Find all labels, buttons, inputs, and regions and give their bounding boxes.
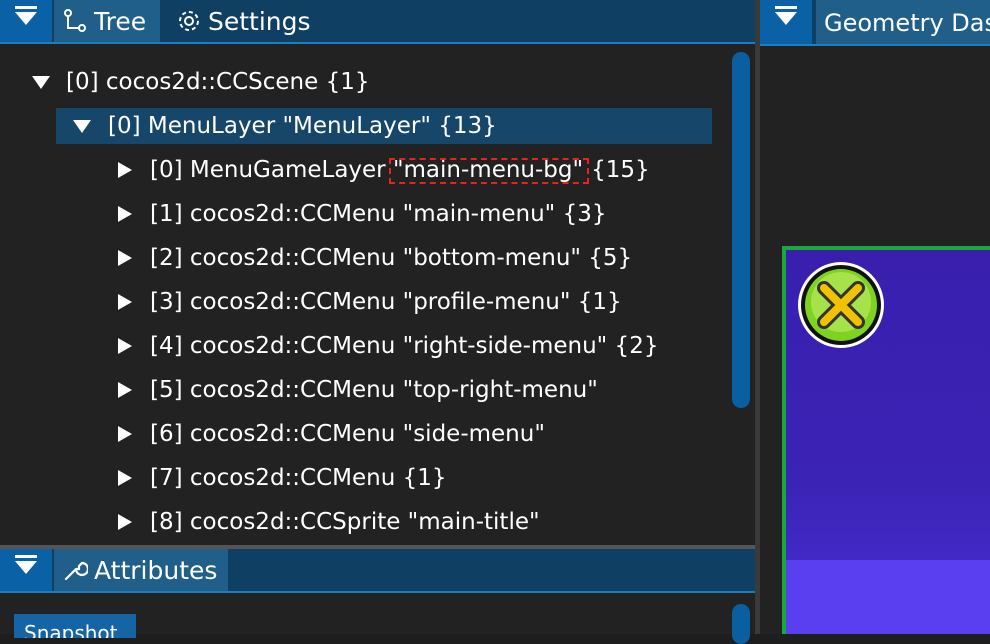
expand-arrow-icon[interactable] [32,76,50,89]
wrench-icon [62,557,90,583]
attributes-scrollbar[interactable] [732,604,750,644]
collapse-arrow-right-icon[interactable] [118,382,132,398]
tree-node-label: [7] cocos2d::CCMenu {1} [150,465,447,491]
tree-node-count: {15} [591,157,650,183]
collapse-arrow-right-icon[interactable] [118,470,132,486]
collapse-arrow-icon [15,555,37,574]
tree-node[interactable]: [8] cocos2d::CCSprite "main-title" [0,504,712,540]
tree-node-label: [2] cocos2d::CCMenu "bottom-menu" {5} [150,245,633,271]
collapse-attributes-button[interactable] [0,549,52,591]
collapse-arrow-right-icon[interactable] [118,206,132,222]
tab-geometry-dash-label: Geometry Dash [824,9,990,37]
tree-node[interactable]: [0] cocos2d::CCScene {1} [0,64,712,100]
tree-node-selected[interactable]: [0] MenuLayer "MenuLayer" {13} [56,108,712,144]
game-tabbar: Geometry Dash [760,0,990,46]
tab-settings[interactable]: Settings [172,0,322,42]
tree-node-label: [5] cocos2d::CCMenu "top-right-menu" [150,377,598,403]
expand-arrow-icon[interactable] [73,120,91,133]
tree-node[interactable]: [3] cocos2d::CCMenu "profile-menu" {1} [0,284,712,320]
tab-attributes[interactable]: Attributes [54,549,228,591]
tree-node[interactable]: [4] cocos2d::CCMenu "right-side-menu" {2… [0,328,712,364]
tree-node[interactable]: [6] cocos2d::CCMenu "side-menu" [0,416,712,452]
tree-node-label: [0] cocos2d::CCScene {1} [66,69,370,95]
tree-node-label: [0] MenuGameLayer [150,157,393,183]
tab-attributes-label: Attributes [94,555,218,585]
game-close-button[interactable] [798,262,884,348]
collapse-arrow-right-icon[interactable] [118,294,132,310]
collapse-arrow-right-icon[interactable] [118,338,132,354]
collapse-arrow-icon [15,6,37,25]
left-dock-panel: Tree Settings [0] cocos2d::CCScene {1} [… [0,0,755,644]
tree-node-label: [6] cocos2d::CCMenu "side-menu" [150,421,545,447]
tree-icon [62,8,88,34]
tree-node[interactable]: [1] cocos2d::CCMenu "main-menu" {3} [0,196,712,232]
tree-node[interactable]: [2] cocos2d::CCMenu "bottom-menu" {5} [0,240,712,276]
close-x-icon [801,265,881,345]
tree-node-label: [8] cocos2d::CCSprite "main-title" [150,509,540,535]
tree-node-label: [1] cocos2d::CCMenu "main-menu" {3} [150,201,607,227]
game-panel: Geometry Dash [760,0,990,634]
collapse-arrow-icon [775,6,797,25]
collapse-arrow-right-icon[interactable] [118,162,132,178]
snapshot-button[interactable]: Snapshot [14,614,136,638]
collapse-arrow-right-icon[interactable] [118,514,132,530]
tree-scrollbar[interactable] [732,52,750,408]
tab-settings-label: Settings [208,6,311,36]
snapshot-button-label: Snapshot [24,621,118,638]
game-floor [786,560,990,634]
tree-node-label: [3] cocos2d::CCMenu "profile-menu" {1} [150,289,622,315]
attributes-tabbar: Attributes [0,549,755,593]
tab-tree-label: Tree [94,6,147,36]
tree-node-label: [4] cocos2d::CCMenu "right-side-menu" {2… [150,333,659,359]
node-tree: [0] cocos2d::CCScene {1} [0] MenuLayer "… [0,46,755,546]
node-id-highlight: "main-menu-bg" [388,157,590,184]
game-viewport[interactable] [782,246,990,634]
tree-tabbar: Tree Settings [0,0,755,44]
tab-geometry-dash[interactable]: Geometry Dash [816,0,990,44]
collapse-game-panel-button[interactable] [760,0,812,44]
gear-icon [176,8,202,34]
collapse-arrow-right-icon[interactable] [118,250,132,266]
tree-node-label: [0] MenuLayer "MenuLayer" {13} [108,113,497,139]
collapse-arrow-right-icon[interactable] [118,426,132,442]
collapse-panel-button[interactable] [0,0,52,42]
tree-node[interactable]: [5] cocos2d::CCMenu "top-right-menu" [0,372,712,408]
tree-node[interactable]: [0] MenuGameLayer "main-menu-bg" {15} [0,152,712,188]
tree-node[interactable]: [7] cocos2d::CCMenu {1} [0,460,712,496]
highlight-box [388,158,590,184]
tab-tree[interactable]: Tree [54,0,160,42]
